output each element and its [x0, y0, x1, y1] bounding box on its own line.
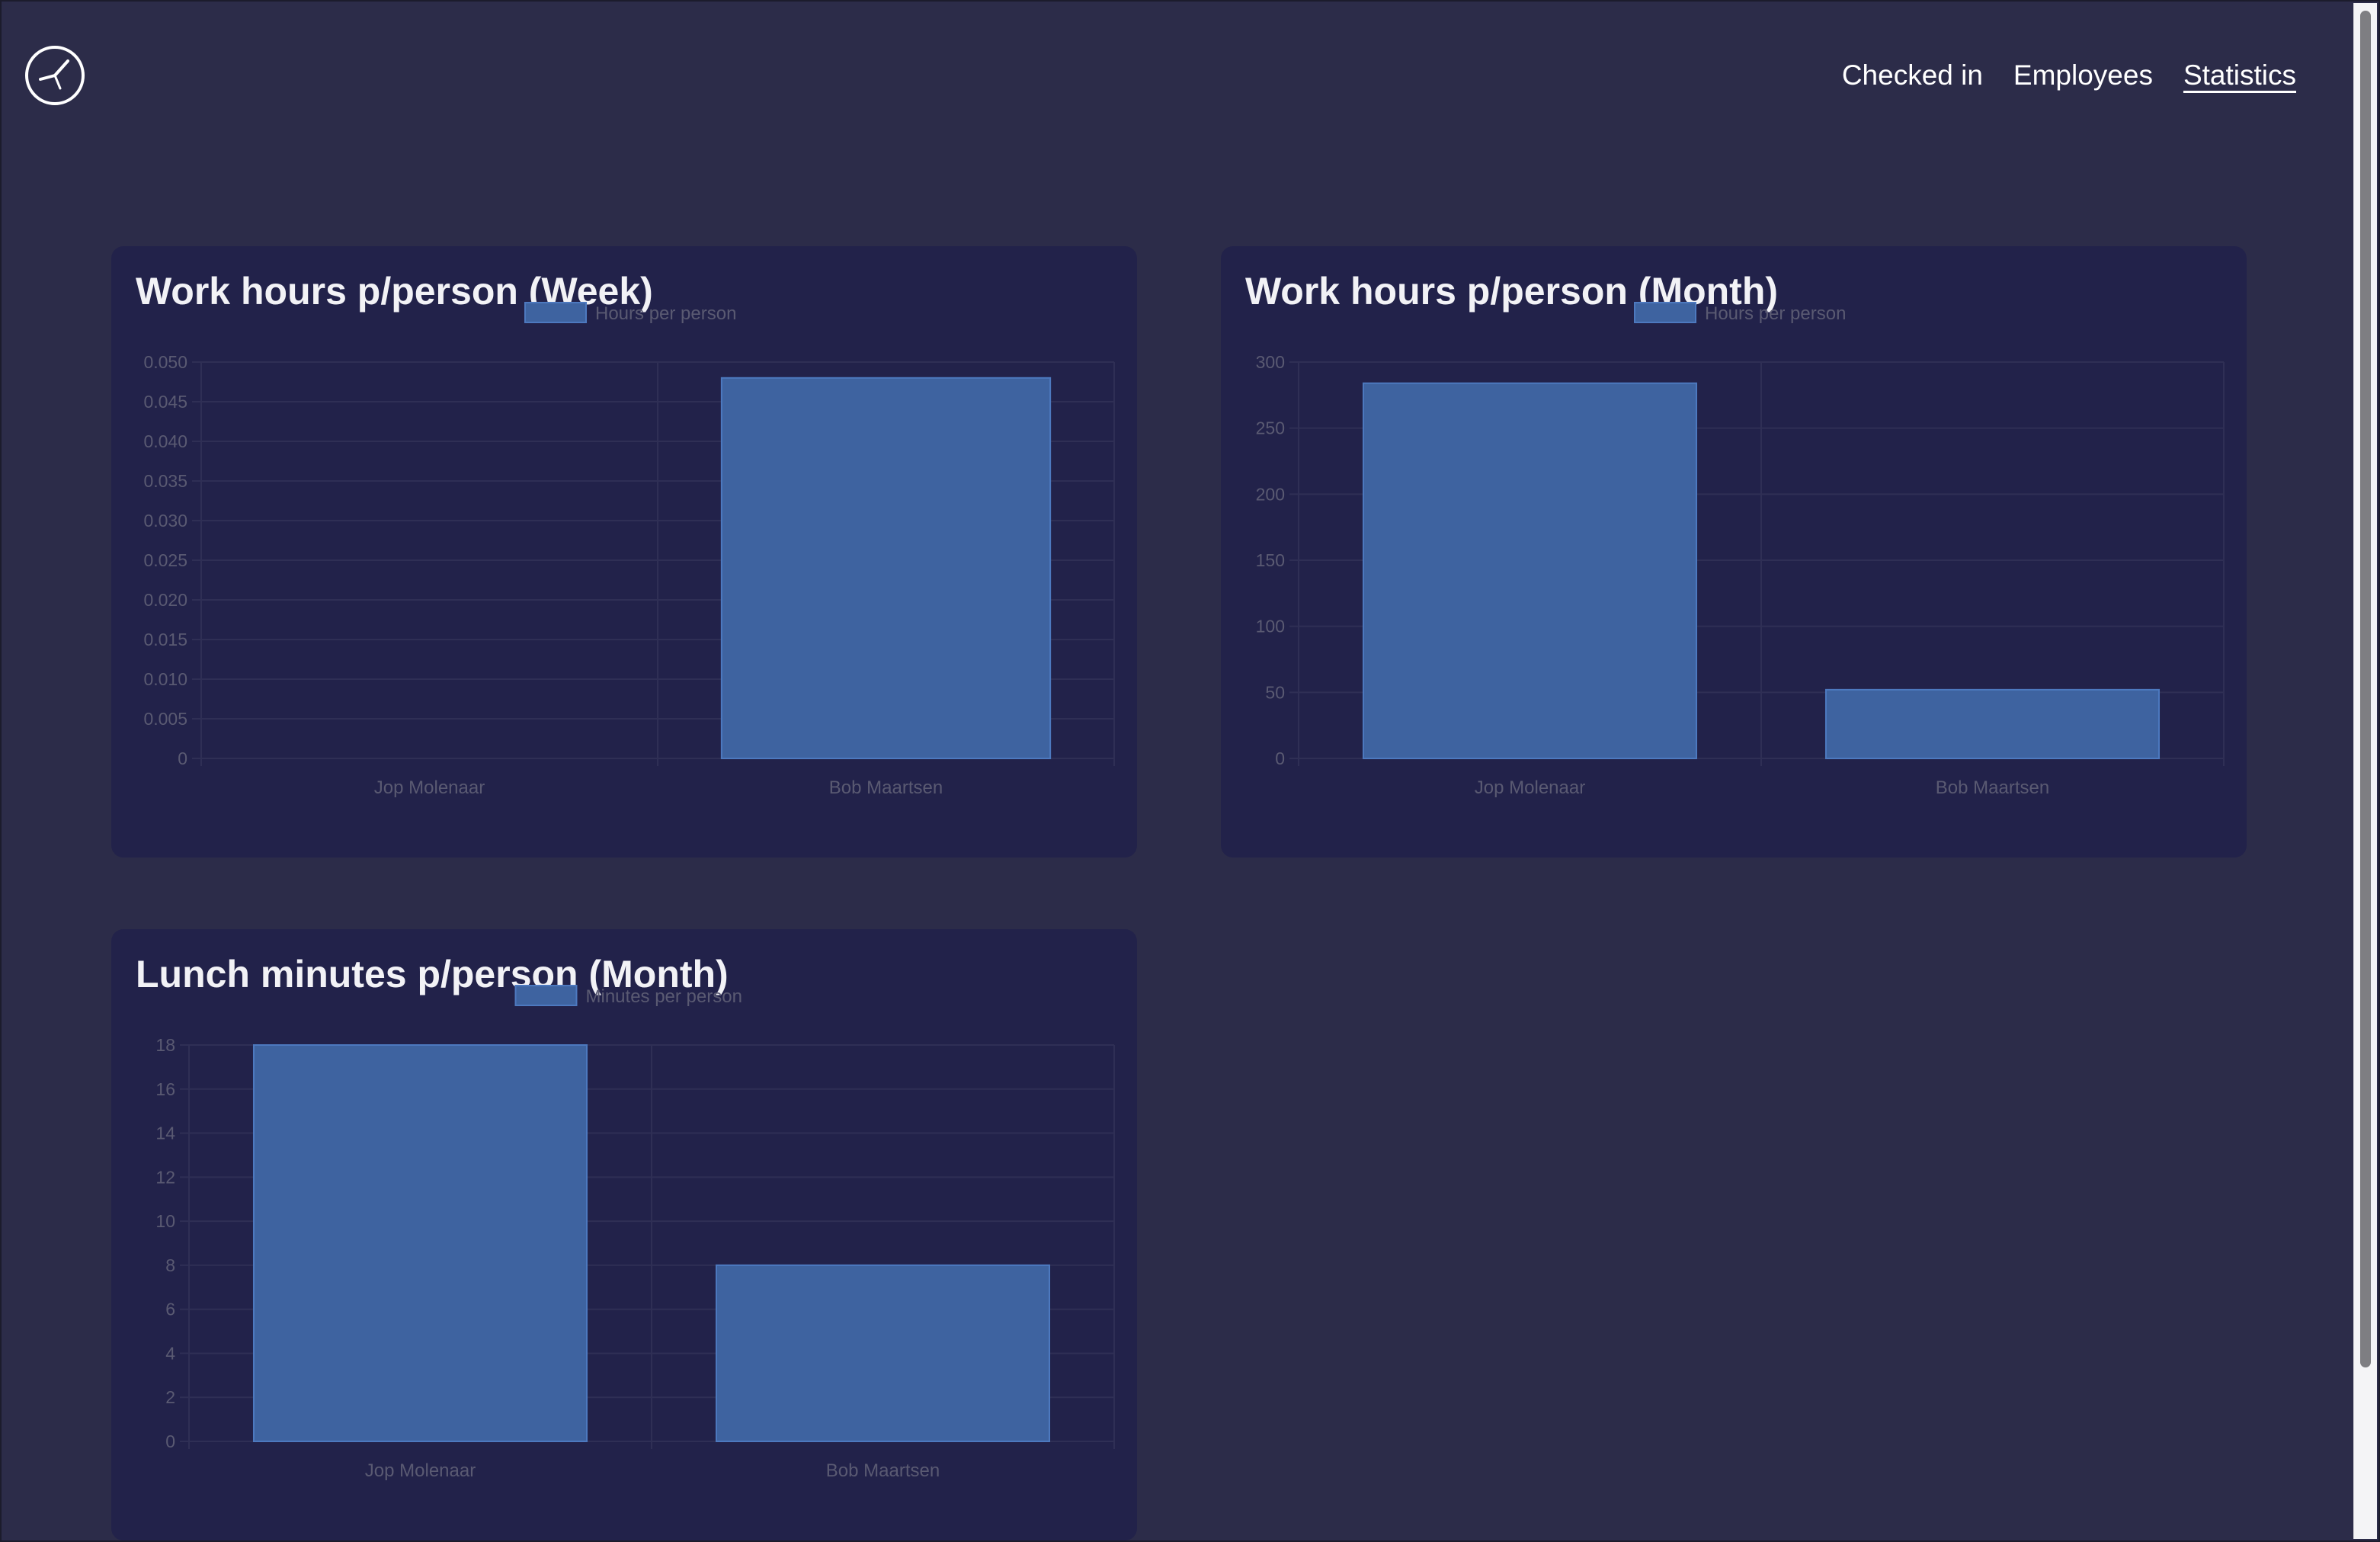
legend-label: Minutes per person	[586, 986, 742, 1007]
bar	[715, 1264, 1051, 1442]
y-tick-label: 12	[155, 1167, 175, 1187]
nav-checked-in[interactable]: Checked in	[1842, 56, 1983, 95]
y-tick-label: 16	[155, 1079, 175, 1099]
y-tick-label: 2	[165, 1387, 175, 1407]
y-tick-label: 18	[155, 1035, 175, 1055]
week-hours-card: Work hours p/person (Week) Hours per per…	[111, 246, 1137, 858]
vertical-scrollbar[interactable]	[2353, 3, 2377, 1539]
y-tick-label: 100	[1256, 617, 1285, 636]
bar	[1824, 688, 2161, 759]
month-hours-card: Work hours p/person (Month) Hours per pe…	[1221, 246, 2247, 858]
y-tick-label: 0.015	[143, 630, 187, 649]
scrollbar-thumb[interactable]	[2360, 11, 2371, 1367]
y-tick-label: 0.050	[143, 352, 187, 372]
nav-employees[interactable]: Employees	[2013, 56, 2153, 95]
legend-swatch	[514, 985, 578, 1006]
legend-label: Hours per person	[595, 303, 736, 324]
bar	[252, 1044, 588, 1442]
y-tick-label: 250	[1256, 418, 1285, 438]
y-tick-label: 200	[1256, 484, 1285, 504]
x-tick-label: Bob Maartsen	[1936, 777, 2049, 798]
week-hours-chart: Hours per person 0 0.005 0.010 0.015 0.020 0.0…	[143, 302, 1115, 798]
nav-statistics[interactable]: Statistics	[2183, 56, 2296, 95]
y-tick-label: 6	[165, 1300, 175, 1319]
y-tick-label: 4	[165, 1343, 175, 1363]
y-tick-label: 0.030	[143, 511, 187, 531]
y-tick-label: 0.025	[143, 550, 187, 570]
x-tick-label: Bob Maartsen	[826, 1460, 940, 1481]
bar	[720, 377, 1052, 760]
legend-label: Hours per person	[1705, 303, 1846, 324]
top-nav: Checked in Employees Statistics	[1842, 56, 2296, 95]
y-tick-label: 0	[178, 749, 187, 768]
x-tick-label: Bob Maartsen	[829, 777, 943, 798]
y-tick-label: 0.020	[143, 590, 187, 610]
y-tick-label: 50	[1265, 682, 1285, 702]
y-tick-label: 14	[155, 1124, 175, 1143]
legend-swatch	[1634, 302, 1696, 323]
y-tick-label: 10	[155, 1211, 175, 1231]
y-tick-label: 0	[1275, 749, 1285, 768]
bar	[1362, 382, 1698, 759]
y-tick-label: 8	[165, 1255, 175, 1275]
x-tick-label: Jop Molenaar	[1475, 777, 1585, 798]
y-tick-label: 300	[1256, 352, 1285, 372]
x-tick-label: Jop Molenaar	[365, 1460, 476, 1481]
lunch-minutes-card: Lunch minutes p/person (Month) Minutes p…	[111, 929, 1137, 1540]
y-tick-label: 0.040	[143, 431, 187, 451]
legend-swatch	[524, 302, 587, 323]
y-tick-label: 0.010	[143, 669, 187, 689]
x-tick-label: Jop Molenaar	[374, 777, 485, 798]
y-tick-label: 0.045	[143, 392, 187, 412]
y-tick-label: 0.035	[143, 471, 187, 491]
y-tick-label: 150	[1256, 550, 1285, 570]
month-hours-chart: Hours per person 0 50 100 150 200 250 300 Jop Mo…	[1256, 302, 2225, 798]
y-tick-label: 0	[165, 1431, 175, 1451]
clock-logo-icon[interactable]	[24, 44, 86, 107]
y-tick-label: 0.005	[143, 709, 187, 729]
lunch-minutes-chart: Minutes per person 0 2 4 6 8 10 12 14 16 18 Jop Mol…	[155, 985, 1115, 1481]
